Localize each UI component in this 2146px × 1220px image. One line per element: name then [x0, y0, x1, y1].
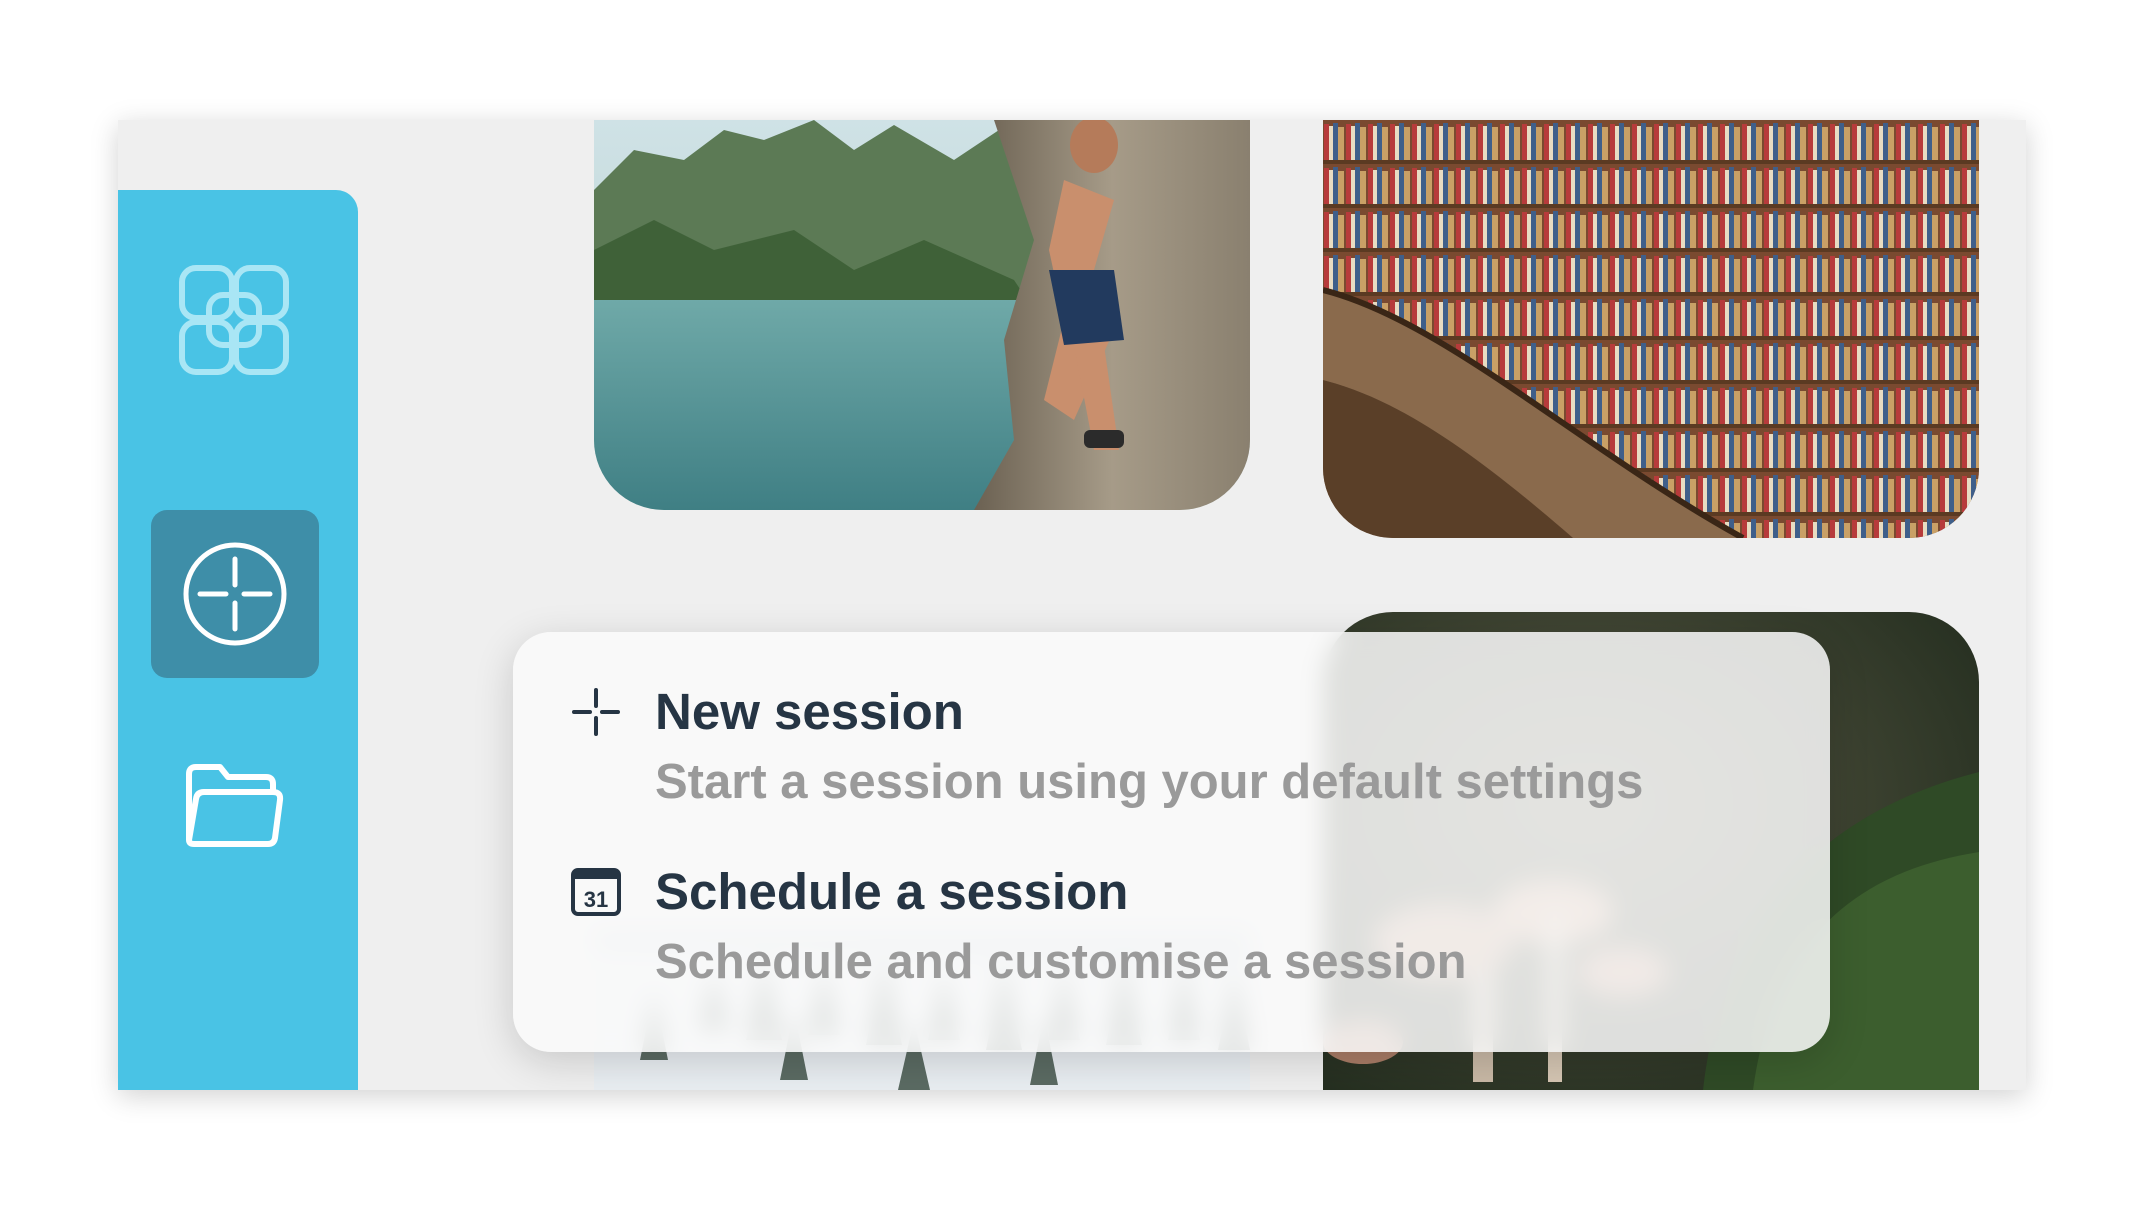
menu-item-title: New session: [655, 683, 964, 740]
sparkle-icon: [572, 688, 620, 736]
app-window: New session Start a session using your d…: [118, 120, 2026, 1090]
calendar-icon: 31: [571, 868, 621, 916]
sidebar: [118, 190, 358, 1090]
schedule-session-menu-item[interactable]: 31 Schedule a session Schedule and custo…: [513, 852, 1830, 1012]
rock-climber-photo[interactable]: [594, 120, 1250, 510]
new-session-compass-icon: [183, 542, 287, 646]
calendar-day: 31: [584, 887, 608, 912]
folder-icon: [186, 764, 284, 847]
session-menu: New session Start a session using your d…: [513, 632, 1830, 1052]
menu-item-description: Start a session using your default setti…: [655, 755, 1644, 809]
library-bookshelves-photo[interactable]: [1323, 120, 1979, 538]
folder-nav-button[interactable]: [174, 750, 294, 860]
clover-grid-logo-icon[interactable]: [174, 260, 294, 380]
menu-item-description: Schedule and customise a session: [655, 935, 1467, 989]
new-session-menu-item[interactable]: New session Start a session using your d…: [513, 672, 1830, 832]
new-session-nav-button[interactable]: [151, 510, 319, 678]
menu-item-title: Schedule a session: [655, 863, 1129, 920]
